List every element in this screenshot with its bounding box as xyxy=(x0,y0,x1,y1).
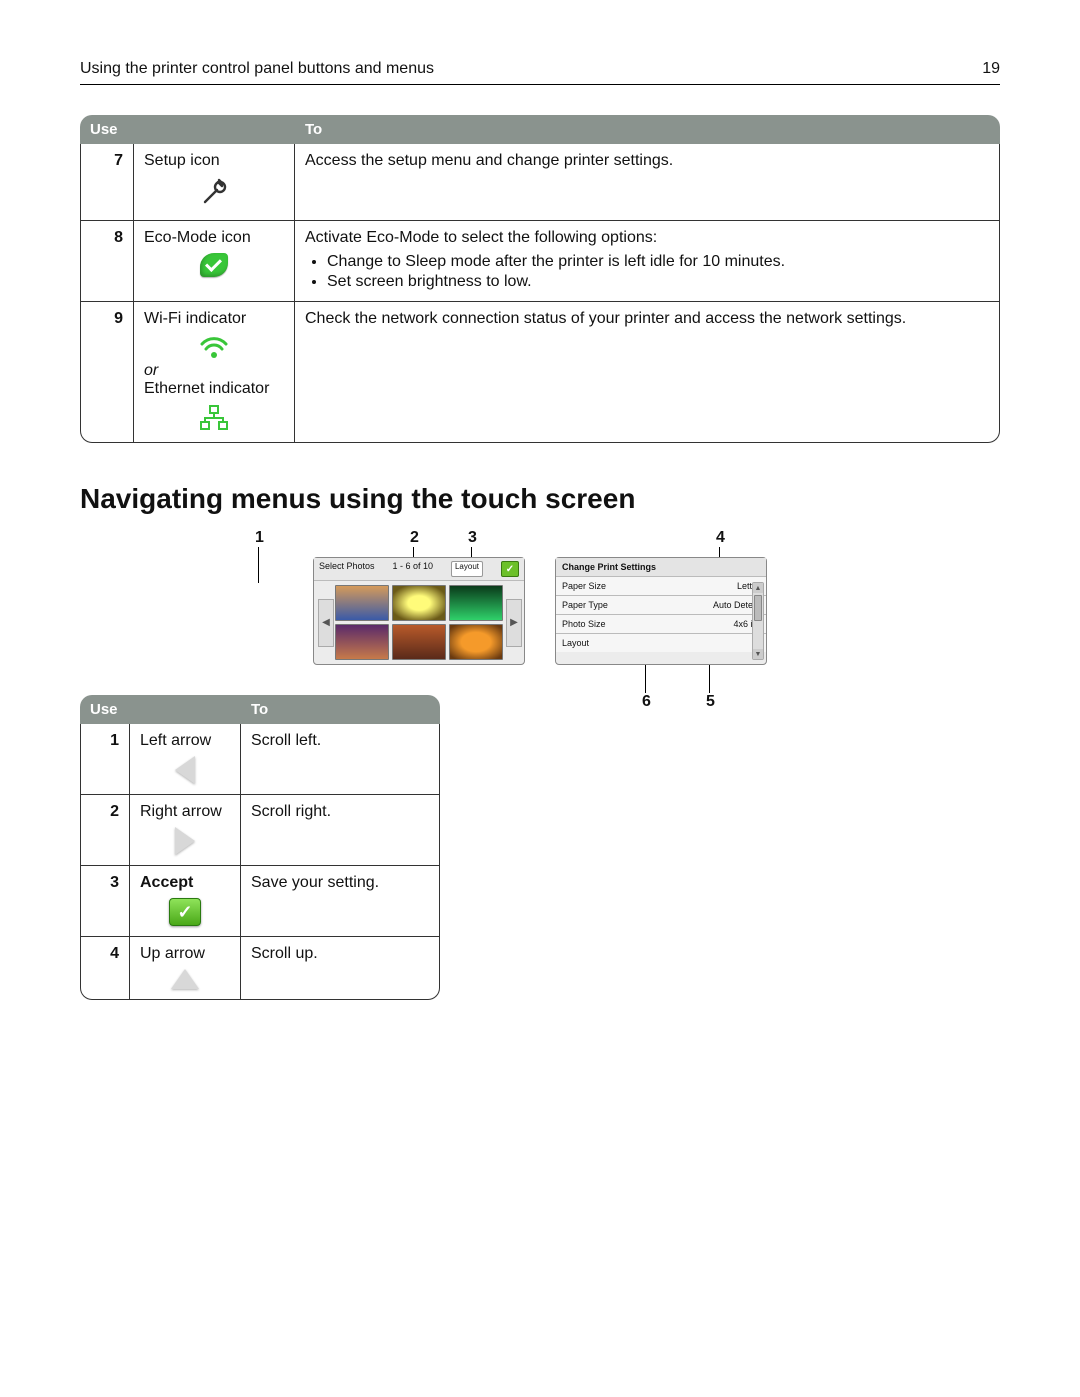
scroll-down-icon[interactable]: ▼ xyxy=(753,649,763,659)
use-label: Left arrow xyxy=(140,732,211,749)
screenA-titlebar: Select Photos 1 - 6 of 10 Layout ✓ xyxy=(314,558,524,581)
touch-screen-figure: 1 2 3 4 5 6 Select Photos 1 - 6 of 10 La… xyxy=(80,535,1000,665)
row-num: 2 xyxy=(80,795,130,866)
bullet: Change to Sleep mode after the printer i… xyxy=(327,253,989,271)
scroll-up-icon[interactable]: ▲ xyxy=(753,583,763,593)
photo-thumb[interactable] xyxy=(449,624,503,660)
setting-label: Layout xyxy=(562,638,589,648)
scrollbar[interactable]: ▲ ▼ xyxy=(752,582,764,660)
callout-5: 5 xyxy=(706,693,715,711)
accept-icon[interactable]: ✓ xyxy=(501,561,519,577)
th-to: To xyxy=(295,115,1000,144)
header-page-number: 19 xyxy=(982,60,1000,78)
row-use: Accept ✓ xyxy=(130,866,241,937)
up-arrow-icon xyxy=(140,969,230,989)
row-to: Scroll right. xyxy=(241,795,440,866)
scroll-thumb[interactable] xyxy=(754,595,762,621)
use-label: Right arrow xyxy=(140,803,222,820)
photo-thumb[interactable] xyxy=(392,624,446,660)
section-heading: Navigating menus using the touch screen xyxy=(80,483,1000,515)
table-row: 3 Accept ✓ Save your setting. xyxy=(80,866,440,937)
setting-row-layout[interactable]: Layout xyxy=(556,633,766,652)
use-label: Up arrow xyxy=(140,945,205,962)
row-to: Check the network connection status of y… xyxy=(295,302,1000,443)
row-to: Save your setting. xyxy=(241,866,440,937)
left-arrow-icon xyxy=(140,756,230,784)
left-arrow-button[interactable]: ◀ xyxy=(318,599,334,647)
setting-row-paper-size[interactable]: Paper Size Letter xyxy=(556,576,766,595)
use-label-accept: Accept xyxy=(140,874,193,891)
setup-icon xyxy=(144,176,284,210)
row-use: Right arrow xyxy=(130,795,241,866)
row-to: Activate Eco-Mode to select the followin… xyxy=(295,221,1000,302)
row-to: Scroll left. xyxy=(241,724,440,795)
row-num: 9 xyxy=(80,302,134,443)
use-ethernet-label: Ethernet indicator xyxy=(144,380,284,398)
bullet: Set screen brightness to low. xyxy=(327,273,989,291)
row-num: 4 xyxy=(80,937,130,1000)
table-row: 8 Eco-Mode icon Activate Eco-Mode to sel… xyxy=(80,221,1000,302)
row-num: 7 xyxy=(80,144,134,221)
to-bullets: Change to Sleep mode after the printer i… xyxy=(305,253,989,291)
screenA-counter: 1 - 6 of 10 xyxy=(393,561,434,577)
table-row: 9 Wi-Fi indicator or Ethernet indicator xyxy=(80,302,1000,443)
row-to: Scroll up. xyxy=(241,937,440,1000)
use-wifi-label: Wi-Fi indicator xyxy=(144,310,246,327)
row-use: Eco-Mode icon xyxy=(134,221,295,302)
to-lead: Activate Eco-Mode to select the followin… xyxy=(305,229,657,246)
setting-label: Photo Size xyxy=(562,619,606,629)
eco-mode-icon xyxy=(144,253,284,277)
th2-to: To xyxy=(241,695,440,724)
row-to: Access the setup menu and change printer… xyxy=(295,144,1000,221)
table-row: 1 Left arrow Scroll left. xyxy=(80,724,440,795)
row-use: Left arrow xyxy=(130,724,241,795)
row-use: Wi-Fi indicator or Ethernet indicator xyxy=(134,302,295,443)
screenB-title: Change Print Settings xyxy=(556,558,766,576)
header-rule xyxy=(80,84,1000,85)
callout-4: 4 xyxy=(716,529,725,547)
print-settings-screen: Change Print Settings Paper Size Letter … xyxy=(555,557,767,665)
row-use: Setup icon xyxy=(134,144,295,221)
photo-grid: ◀ ▶ xyxy=(314,581,524,664)
row-num: 3 xyxy=(80,866,130,937)
callout-1: 1 xyxy=(255,529,264,547)
callout-6: 6 xyxy=(642,693,651,711)
icon-reference-table: Use To 7 Setup icon Access the setup men… xyxy=(80,115,1000,443)
accept-icon: ✓ xyxy=(140,898,230,926)
photo-thumb[interactable] xyxy=(335,585,389,621)
callout-3: 3 xyxy=(468,529,477,547)
row-use: Up arrow xyxy=(130,937,241,1000)
setting-row-paper-type[interactable]: Paper Type Auto Detect xyxy=(556,595,766,614)
table-row: 7 Setup icon Access the setup menu and c… xyxy=(80,144,1000,221)
photo-thumb[interactable] xyxy=(449,585,503,621)
row-num: 8 xyxy=(80,221,134,302)
callout-2: 2 xyxy=(410,529,419,547)
setting-label: Paper Type xyxy=(562,600,608,610)
photo-thumb[interactable] xyxy=(335,624,389,660)
setting-label: Paper Size xyxy=(562,581,606,591)
right-arrow-button[interactable]: ▶ xyxy=(506,599,522,647)
layout-button[interactable]: Layout xyxy=(451,561,483,577)
right-arrow-icon xyxy=(140,827,230,855)
use-or: or xyxy=(144,362,284,380)
use-label: Setup icon xyxy=(144,152,220,169)
th-use: Use xyxy=(80,115,295,144)
photo-thumb[interactable] xyxy=(392,585,446,621)
select-photos-screen: Select Photos 1 - 6 of 10 Layout ✓ ◀ ▶ xyxy=(313,557,525,665)
table-row: 4 Up arrow Scroll up. xyxy=(80,937,440,1000)
wifi-icon xyxy=(144,334,284,360)
use-label: Eco-Mode icon xyxy=(144,229,251,246)
th2-use: Use xyxy=(80,695,241,724)
header-title: Using the printer control panel buttons … xyxy=(80,60,434,78)
touch-controls-table: Use To 1 Left arrow Scroll left. 2 Right… xyxy=(80,695,440,1000)
ethernet-icon xyxy=(144,404,284,432)
table-row: 2 Right arrow Scroll right. xyxy=(80,795,440,866)
page-header: Using the printer control panel buttons … xyxy=(80,60,1000,78)
screenA-title: Select Photos xyxy=(319,561,375,577)
row-num: 1 xyxy=(80,724,130,795)
setting-row-photo-size[interactable]: Photo Size 4x6 in. xyxy=(556,614,766,633)
